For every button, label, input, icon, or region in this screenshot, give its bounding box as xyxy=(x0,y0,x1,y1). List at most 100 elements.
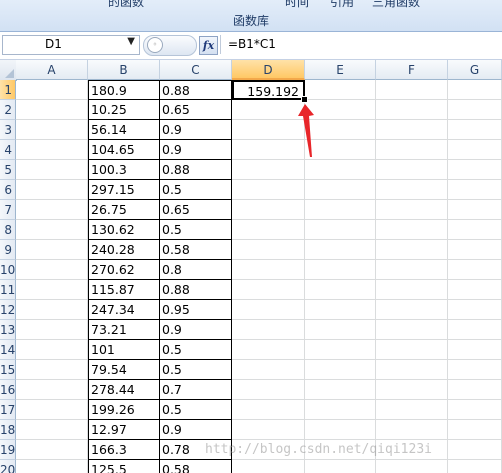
fill-handle[interactable] xyxy=(301,96,308,103)
circle-icon[interactable]: ◦ xyxy=(147,37,163,53)
cell-c20[interactable]: 0.58 xyxy=(160,460,232,473)
cell-a4[interactable] xyxy=(16,140,88,160)
cell-a8[interactable] xyxy=(16,220,88,240)
ribbon-fragment[interactable]: 的函数 xyxy=(108,0,144,10)
cell-f20[interactable] xyxy=(376,460,448,473)
cell-e17[interactable] xyxy=(305,400,376,420)
cell-a1[interactable] xyxy=(16,80,88,100)
cell-c2[interactable]: 0.65 xyxy=(160,100,232,120)
cell-g13[interactable] xyxy=(448,320,502,340)
cell-g11[interactable] xyxy=(448,280,502,300)
cell-g17[interactable] xyxy=(448,400,502,420)
cell-c8[interactable]: 0.5 xyxy=(160,220,232,240)
formula-input[interactable]: =B1*C1 xyxy=(220,35,502,54)
cell-a14[interactable] xyxy=(16,340,88,360)
cell-e20[interactable] xyxy=(305,460,376,473)
cell-f7[interactable] xyxy=(376,200,448,220)
row-header[interactable]: 14 xyxy=(0,340,16,360)
cell-c17[interactable]: 0.5 xyxy=(160,400,232,420)
cell-d7[interactable] xyxy=(232,200,305,220)
cell-f17[interactable] xyxy=(376,400,448,420)
row-header[interactable]: 15 xyxy=(0,360,16,380)
cell-c15[interactable]: 0.5 xyxy=(160,360,232,380)
cell-c5[interactable]: 0.88 xyxy=(160,160,232,180)
column-header-f[interactable]: F xyxy=(376,60,448,80)
cell-d13[interactable] xyxy=(232,320,305,340)
cell-e6[interactable] xyxy=(305,180,376,200)
cell-f9[interactable] xyxy=(376,240,448,260)
row-header[interactable]: 19 xyxy=(0,440,16,460)
row-header[interactable]: 3 xyxy=(0,120,16,140)
cell-c4[interactable]: 0.9 xyxy=(160,140,232,160)
cell-b3[interactable]: 56.14 xyxy=(88,120,160,140)
column-header-e[interactable]: E xyxy=(305,60,376,80)
cell-g20[interactable] xyxy=(448,460,502,473)
cell-c1[interactable]: 0.88 xyxy=(160,80,232,100)
cell-g1[interactable] xyxy=(448,80,502,100)
cell-c16[interactable]: 0.7 xyxy=(160,380,232,400)
cell-b10[interactable]: 270.62 xyxy=(88,260,160,280)
cell-b18[interactable]: 12.97 xyxy=(88,420,160,440)
cell-b7[interactable]: 26.75 xyxy=(88,200,160,220)
row-header[interactable]: 17 xyxy=(0,400,16,420)
cell-c12[interactable]: 0.95 xyxy=(160,300,232,320)
cell-a17[interactable] xyxy=(16,400,88,420)
cell-d17[interactable] xyxy=(232,400,305,420)
row-header[interactable]: 4 xyxy=(0,140,16,160)
insert-function-button[interactable]: fx xyxy=(199,36,218,55)
row-header[interactable]: 12 xyxy=(0,300,16,320)
cell-d9[interactable] xyxy=(232,240,305,260)
cell-b6[interactable]: 297.15 xyxy=(88,180,160,200)
cell-d20[interactable] xyxy=(232,460,305,473)
cell-f10[interactable] xyxy=(376,260,448,280)
cell-g18[interactable] xyxy=(448,420,502,440)
cell-g4[interactable] xyxy=(448,140,502,160)
cell-a19[interactable] xyxy=(16,440,88,460)
cell-f11[interactable] xyxy=(376,280,448,300)
cell-e9[interactable] xyxy=(305,240,376,260)
cell-f5[interactable] xyxy=(376,160,448,180)
spreadsheet-grid[interactable]: A B C D E F G 1 180.9 0.88 159.192 2 10.25 0.65 3 56.14… xyxy=(0,60,502,473)
cell-a18[interactable] xyxy=(16,420,88,440)
cell-a6[interactable] xyxy=(16,180,88,200)
cell-c10[interactable]: 0.8 xyxy=(160,260,232,280)
row-header[interactable]: 16 xyxy=(0,380,16,400)
cell-e5[interactable] xyxy=(305,160,376,180)
cell-d12[interactable] xyxy=(232,300,305,320)
cell-e14[interactable] xyxy=(305,340,376,360)
cell-b16[interactable]: 278.44 xyxy=(88,380,160,400)
cell-a9[interactable] xyxy=(16,240,88,260)
row-header[interactable]: 7 xyxy=(0,200,16,220)
cell-f3[interactable] xyxy=(376,120,448,140)
cell-e7[interactable] xyxy=(305,200,376,220)
cell-d8[interactable] xyxy=(232,220,305,240)
cell-d16[interactable] xyxy=(232,380,305,400)
cell-b17[interactable]: 199.26 xyxy=(88,400,160,420)
name-box[interactable]: D1 ▼ xyxy=(2,35,140,55)
column-header-a[interactable]: A xyxy=(16,60,88,80)
column-header-g[interactable]: G xyxy=(448,60,502,80)
cell-f8[interactable] xyxy=(376,220,448,240)
row-header[interactable]: 10 xyxy=(0,260,16,280)
cell-g7[interactable] xyxy=(448,200,502,220)
cell-d2[interactable] xyxy=(232,100,305,120)
cell-g3[interactable] xyxy=(448,120,502,140)
row-header[interactable]: 20 xyxy=(0,460,16,473)
row-header[interactable]: 11 xyxy=(0,280,16,300)
cell-b11[interactable]: 115.87 xyxy=(88,280,160,300)
cell-f15[interactable] xyxy=(376,360,448,380)
cell-e4[interactable] xyxy=(305,140,376,160)
cell-e15[interactable] xyxy=(305,360,376,380)
formula-text[interactable]: =B1*C1 xyxy=(228,37,276,51)
cell-c14[interactable]: 0.5 xyxy=(160,340,232,360)
cell-g14[interactable] xyxy=(448,340,502,360)
chevron-down-icon[interactable]: ▼ xyxy=(127,36,135,47)
cell-d1[interactable]: 159.192 xyxy=(232,80,305,100)
cell-b14[interactable]: 101 xyxy=(88,340,160,360)
cell-d4[interactable] xyxy=(232,140,305,160)
cell-f4[interactable] xyxy=(376,140,448,160)
column-header-c[interactable]: C xyxy=(160,60,232,80)
cell-b15[interactable]: 79.54 xyxy=(88,360,160,380)
cell-f2[interactable] xyxy=(376,100,448,120)
cell-g5[interactable] xyxy=(448,160,502,180)
